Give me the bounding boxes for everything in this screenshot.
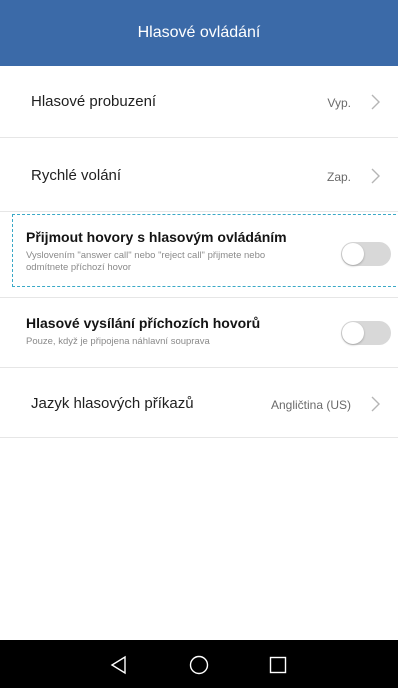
back-triangle-icon[interactable] bbox=[108, 654, 130, 676]
setting-value: Vyp. bbox=[327, 96, 351, 110]
toggle-knob bbox=[342, 243, 364, 265]
voice-answer-toggle[interactable] bbox=[341, 242, 391, 266]
setting-title: Rychlé volání bbox=[31, 167, 122, 184]
setting-subtitle: Vyslovením "answer call" nebo "reject ca… bbox=[26, 250, 266, 273]
setting-voice-command-language[interactable]: Jazyk hlasových příkazů Angličtina (US) bbox=[0, 368, 398, 438]
announce-calls-toggle[interactable] bbox=[341, 321, 391, 345]
setting-announce-incoming-calls: Hlasové vysílání příchozích hovorů Pouze… bbox=[0, 298, 398, 368]
setting-value: Zap. bbox=[326, 170, 351, 184]
setting-voice-answer-calls: Přijmout hovory s hlasovým ovládáním Vys… bbox=[0, 212, 398, 298]
setting-title: Hlasové vysílání příchozích hovorů bbox=[26, 315, 261, 331]
setting-quick-call[interactable]: Rychlé volání Zap. bbox=[0, 138, 398, 212]
setting-value: Angličtina (US) bbox=[270, 398, 351, 412]
setting-title: Jazyk hlasových příkazů bbox=[31, 395, 194, 412]
setting-title: Přijmout hovory s hlasovým ovládáním bbox=[26, 229, 287, 245]
setting-voice-wakeup[interactable]: Hlasové probuzení Vyp. bbox=[0, 66, 398, 138]
app-bar: Hlasové ovládání bbox=[0, 0, 398, 66]
chevron-right-icon bbox=[368, 395, 382, 413]
chevron-right-icon bbox=[368, 93, 382, 111]
chevron-right-icon bbox=[368, 167, 382, 185]
navigation-bar bbox=[0, 640, 398, 688]
toggle-knob bbox=[342, 322, 364, 344]
setting-subtitle: Pouze, když je připojena náhlavní soupra… bbox=[26, 336, 210, 347]
page-title: Hlasové ovládání bbox=[137, 24, 261, 41]
recent-square-icon[interactable] bbox=[267, 654, 289, 676]
setting-title: Hlasové probuzení bbox=[31, 93, 157, 110]
home-circle-icon[interactable] bbox=[188, 654, 210, 676]
